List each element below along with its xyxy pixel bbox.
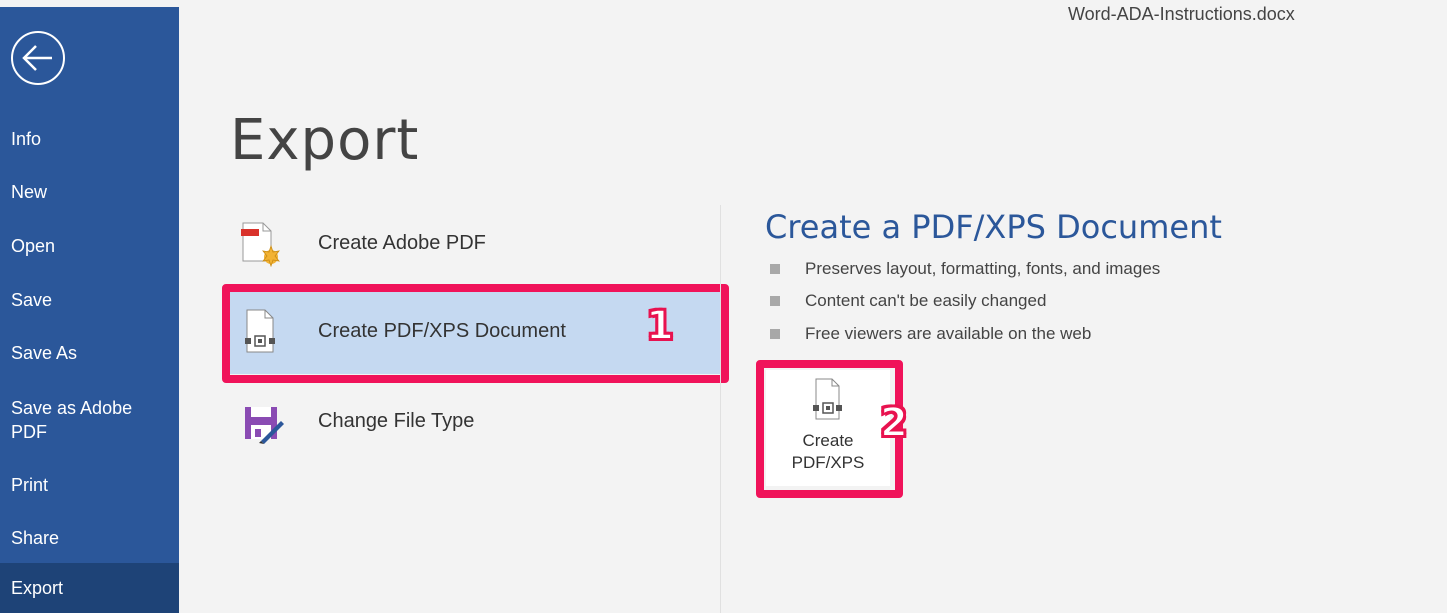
pane-divider (720, 205, 721, 613)
nav-item-share[interactable]: Share (0, 526, 179, 550)
bullet-item: Content can't be easily changed (770, 291, 1046, 311)
back-arrow-circle-icon (11, 31, 65, 85)
nav-item-save-as-adobe-pdf[interactable]: Save as Adobe PDF (0, 396, 179, 444)
step-number-2: 2 (879, 399, 909, 447)
nav-item-info[interactable]: Info (0, 127, 179, 151)
bullet-text: Content can't be easily changed (805, 291, 1047, 310)
nav-item-new[interactable]: New (0, 180, 179, 204)
option-label: Change File Type (318, 409, 475, 432)
bullet-text: Free viewers are available on the web (805, 324, 1092, 343)
change-file-type-icon (237, 397, 285, 445)
bullet-text: Preserves layout, formatting, fonts, and… (805, 259, 1161, 278)
nav-item-save[interactable]: Save (0, 288, 179, 312)
step-number-1: 1 (645, 302, 675, 350)
option-change-file-type[interactable]: Change File Type (227, 378, 724, 464)
document-title: Word-ADA-Instructions.docx (1068, 4, 1295, 24)
back-button[interactable] (9, 29, 67, 87)
option-create-adobe-pdf[interactable]: Create Adobe PDF (227, 200, 724, 286)
nav-item-print[interactable]: Print (0, 473, 179, 497)
bullet-item: Free viewers are available on the web (770, 324, 1091, 344)
detail-heading: Create a PDF/XPS Document (765, 208, 1222, 246)
bullet-square-icon (770, 264, 780, 274)
adobe-pdf-icon (237, 219, 285, 268)
nav-item-save-as[interactable]: Save As (0, 341, 179, 365)
bullet-square-icon (770, 296, 780, 306)
page-title: Export (230, 108, 420, 173)
option-label: Create Adobe PDF (318, 231, 486, 254)
bullet-item: Preserves layout, formatting, fonts, and… (770, 259, 1160, 279)
nav-item-open[interactable]: Open (0, 234, 179, 258)
nav-item-export[interactable]: Export (0, 563, 179, 613)
bullet-square-icon (770, 329, 780, 339)
